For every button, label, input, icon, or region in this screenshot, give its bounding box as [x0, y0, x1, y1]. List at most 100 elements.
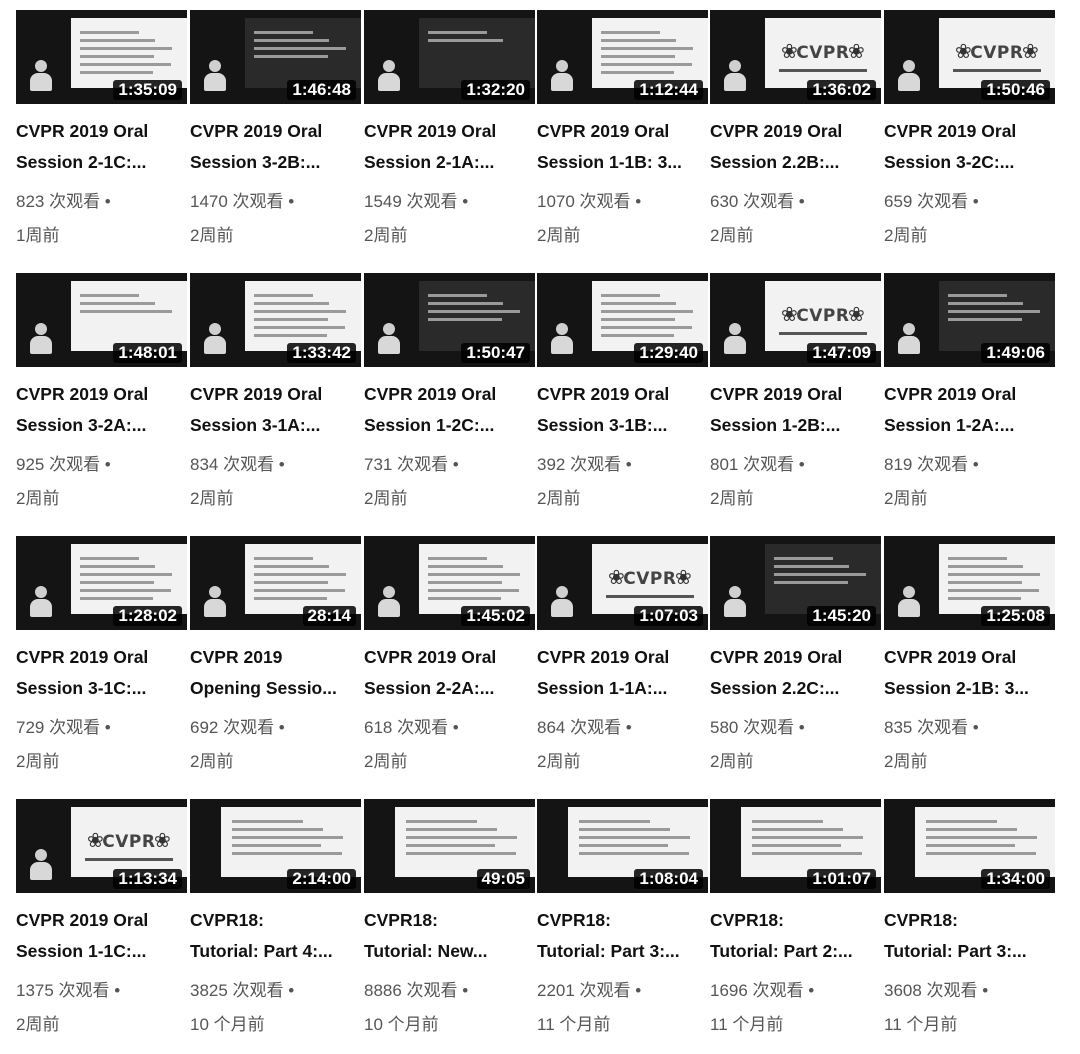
- video-title-line2[interactable]: Session 3-2A:...: [16, 410, 187, 441]
- video-card[interactable]: 1:46:48 CVPR 2019 Oral Session 3-2B:... 147…: [190, 10, 361, 253]
- video-title-line2[interactable]: Session 2-1B: 3...: [884, 673, 1055, 704]
- video-thumbnail[interactable]: 2:14:00: [190, 799, 361, 893]
- video-title-line1[interactable]: CVPR 2019 Oral: [16, 905, 187, 936]
- video-card[interactable]: ❀ CVPR ❀ 1:50:46 CVPR 2019 Oral Session 3-2C:…: [884, 10, 1055, 253]
- video-thumbnail[interactable]: 1:45:02: [364, 536, 535, 630]
- video-title-line1[interactable]: CVPR 2019 Oral: [16, 116, 187, 147]
- video-card[interactable]: ❀ CVPR ❀ 1:13:34 CVPR 2019 Oral Session 1-1C:…: [16, 799, 187, 1042]
- video-title-line1[interactable]: CVPR 2019 Oral: [884, 379, 1055, 410]
- video-title-line1[interactable]: CVPR 2019 Oral: [16, 379, 187, 410]
- video-title-line1[interactable]: CVPR 2019 Oral: [364, 642, 535, 673]
- video-title[interactable]: CVPR 2019 Oral Session 3-2C:...: [884, 116, 1055, 178]
- video-title-line2[interactable]: Tutorial: Part 4:...: [190, 936, 361, 967]
- video-title-line2[interactable]: Session 1-1B: 3...: [537, 147, 708, 178]
- video-title-line2[interactable]: Session 3-1B:...: [537, 410, 708, 441]
- video-title[interactable]: CVPR 2019 Opening Sessio...: [190, 642, 361, 704]
- video-title-line1[interactable]: CVPR 2019 Oral: [884, 642, 1055, 673]
- video-title[interactable]: CVPR 2019 Oral Session 1-1B: 3...: [537, 116, 708, 178]
- video-thumbnail[interactable]: 1:35:09: [16, 10, 187, 104]
- video-title-line1[interactable]: CVPR18:: [710, 905, 881, 936]
- video-card[interactable]: 1:35:09 CVPR 2019 Oral Session 2-1C:... 823…: [16, 10, 187, 253]
- video-title-line2[interactable]: Session 3-2B:...: [190, 147, 361, 178]
- video-card[interactable]: 49:05 CVPR18: Tutorial: New... 8886 次观看 • 10…: [364, 799, 535, 1042]
- video-thumbnail[interactable]: 1:49:06: [884, 273, 1055, 367]
- video-title[interactable]: CVPR 2019 Oral Session 3-2B:...: [190, 116, 361, 178]
- video-title-line2[interactable]: Session 2-1A:...: [364, 147, 535, 178]
- video-title-line1[interactable]: CVPR 2019 Oral: [884, 116, 1055, 147]
- video-title-line2[interactable]: Session 1-2C:...: [364, 410, 535, 441]
- video-thumbnail[interactable]: 1:01:07: [710, 799, 881, 893]
- video-title[interactable]: CVPR 2019 Oral Session 2-1A:...: [364, 116, 535, 178]
- video-title[interactable]: CVPR 2019 Oral Session 1-2C:...: [364, 379, 535, 441]
- video-title-line2[interactable]: Opening Sessio...: [190, 673, 361, 704]
- video-thumbnail[interactable]: 1:48:01: [16, 273, 187, 367]
- video-thumbnail[interactable]: 1:29:40: [537, 273, 708, 367]
- video-title-line1[interactable]: CVPR 2019 Oral: [364, 116, 535, 147]
- video-title-line2[interactable]: Session 1-1C:...: [16, 936, 187, 967]
- video-title-line1[interactable]: CVPR 2019 Oral: [710, 116, 881, 147]
- video-title-line2[interactable]: Tutorial: Part 3:...: [884, 936, 1055, 967]
- video-card[interactable]: 1:34:00 CVPR18: Tutorial: Part 3:... 3608 次…: [884, 799, 1055, 1042]
- video-card[interactable]: 1:33:42 CVPR 2019 Oral Session 3-1A:... 834…: [190, 273, 361, 516]
- video-title-line2[interactable]: Session 1-1A:...: [537, 673, 708, 704]
- video-title[interactable]: CVPR18: Tutorial: Part 3:...: [537, 905, 708, 967]
- video-title-line2[interactable]: Session 2-1C:...: [16, 147, 187, 178]
- video-title-line2[interactable]: Tutorial: Part 3:...: [537, 936, 708, 967]
- video-title-line2[interactable]: Session 3-2C:...: [884, 147, 1055, 178]
- video-title-line2[interactable]: Session 2-2A:...: [364, 673, 535, 704]
- video-title-line1[interactable]: CVPR 2019 Oral: [537, 642, 708, 673]
- video-title-line1[interactable]: CVPR 2019 Oral: [710, 642, 881, 673]
- video-title[interactable]: CVPR 2019 Oral Session 2-2A:...: [364, 642, 535, 704]
- video-title[interactable]: CVPR 2019 Oral Session 3-2A:...: [16, 379, 187, 441]
- video-card[interactable]: 1:01:07 CVPR18: Tutorial: Part 2:... 1696 次…: [710, 799, 881, 1042]
- video-title-line1[interactable]: CVPR 2019 Oral: [190, 116, 361, 147]
- video-thumbnail[interactable]: 28:14: [190, 536, 361, 630]
- video-card[interactable]: 1:45:20 CVPR 2019 Oral Session 2.2C:... 580…: [710, 536, 881, 779]
- video-title-line1[interactable]: CVPR18:: [364, 905, 535, 936]
- video-title-line2[interactable]: Tutorial: New...: [364, 936, 535, 967]
- video-title-line1[interactable]: CVPR 2019 Oral: [190, 379, 361, 410]
- video-title[interactable]: CVPR 2019 Oral Session 2.2B:...: [710, 116, 881, 178]
- video-thumbnail[interactable]: 1:34:00: [884, 799, 1055, 893]
- video-card[interactable]: 1:08:04 CVPR18: Tutorial: Part 3:... 2201 次…: [537, 799, 708, 1042]
- video-card[interactable]: 1:50:47 CVPR 2019 Oral Session 1-2C:... 731…: [364, 273, 535, 516]
- video-title[interactable]: CVPR 2019 Oral Session 2-1C:...: [16, 116, 187, 178]
- video-thumbnail[interactable]: ❀ CVPR ❀ 1:50:46: [884, 10, 1055, 104]
- video-title-line2[interactable]: Session 2.2C:...: [710, 673, 881, 704]
- video-title[interactable]: CVPR 2019 Oral Session 1-1C:...: [16, 905, 187, 967]
- video-card[interactable]: 28:14 CVPR 2019 Opening Sessio... 692 次观看 •…: [190, 536, 361, 779]
- video-title[interactable]: CVPR 2019 Oral Session 1-1A:...: [537, 642, 708, 704]
- video-title[interactable]: CVPR 2019 Oral Session 3-1C:...: [16, 642, 187, 704]
- video-card[interactable]: 1:28:02 CVPR 2019 Oral Session 3-1C:... 729…: [16, 536, 187, 779]
- video-title[interactable]: CVPR18: Tutorial: New...: [364, 905, 535, 967]
- video-card[interactable]: 1:45:02 CVPR 2019 Oral Session 2-2A:... 618…: [364, 536, 535, 779]
- video-title[interactable]: CVPR18: Tutorial: Part 4:...: [190, 905, 361, 967]
- video-title-line2[interactable]: Session 3-1C:...: [16, 673, 187, 704]
- video-title-line2[interactable]: Session 1-2B:...: [710, 410, 881, 441]
- video-title[interactable]: CVPR18: Tutorial: Part 2:...: [710, 905, 881, 967]
- video-thumbnail[interactable]: 1:32:20: [364, 10, 535, 104]
- video-thumbnail[interactable]: ❀ CVPR ❀ 1:47:09: [710, 273, 881, 367]
- video-title[interactable]: CVPR 2019 Oral Session 1-2A:...: [884, 379, 1055, 441]
- video-card[interactable]: ❀ CVPR ❀ 1:36:02 CVPR 2019 Oral Session 2.2B:…: [710, 10, 881, 253]
- video-card[interactable]: 1:29:40 CVPR 2019 Oral Session 3-1B:... 392…: [537, 273, 708, 516]
- video-thumbnail[interactable]: 49:05: [364, 799, 535, 893]
- video-thumbnail[interactable]: ❀ CVPR ❀ 1:36:02: [710, 10, 881, 104]
- video-thumbnail[interactable]: 1:33:42: [190, 273, 361, 367]
- video-card[interactable]: 1:32:20 CVPR 2019 Oral Session 2-1A:... 154…: [364, 10, 535, 253]
- video-title[interactable]: CVPR18: Tutorial: Part 3:...: [884, 905, 1055, 967]
- video-thumbnail[interactable]: 1:12:44: [537, 10, 708, 104]
- video-title-line2[interactable]: Session 3-1A:...: [190, 410, 361, 441]
- video-thumbnail[interactable]: 1:50:47: [364, 273, 535, 367]
- video-thumbnail[interactable]: 1:45:20: [710, 536, 881, 630]
- video-card[interactable]: 1:12:44 CVPR 2019 Oral Session 1-1B: 3... 1…: [537, 10, 708, 253]
- video-title-line1[interactable]: CVPR 2019 Oral: [537, 116, 708, 147]
- video-title-line1[interactable]: CVPR 2019: [190, 642, 361, 673]
- video-title-line1[interactable]: CVPR 2019 Oral: [710, 379, 881, 410]
- video-title-line1[interactable]: CVPR18:: [190, 905, 361, 936]
- video-title-line2[interactable]: Tutorial: Part 2:...: [710, 936, 881, 967]
- video-title[interactable]: CVPR 2019 Oral Session 3-1B:...: [537, 379, 708, 441]
- video-title-line1[interactable]: CVPR18:: [537, 905, 708, 936]
- video-title-line1[interactable]: CVPR 2019 Oral: [537, 379, 708, 410]
- video-thumbnail[interactable]: 1:28:02: [16, 536, 187, 630]
